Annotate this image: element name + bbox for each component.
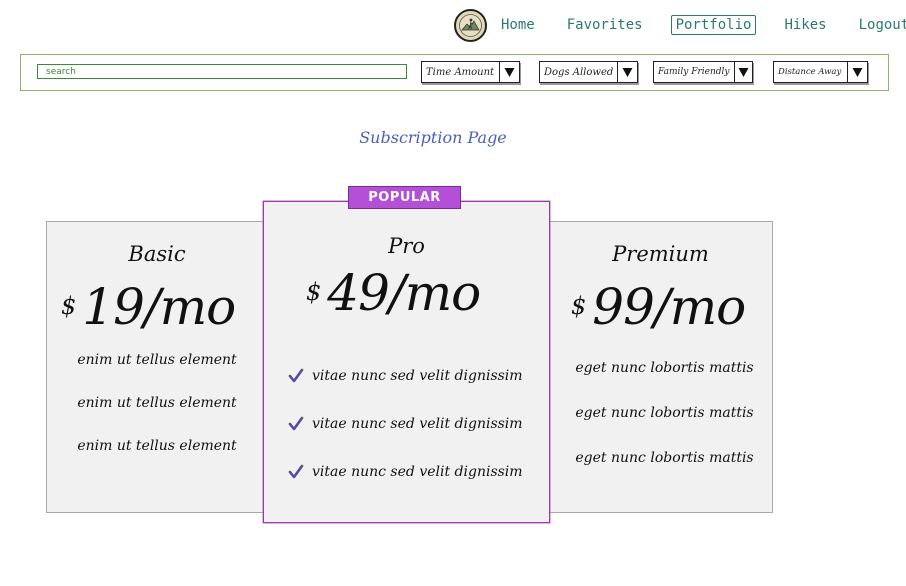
popular-badge: POPULAR bbox=[348, 186, 461, 209]
feature-list: vitae nunc sed velit dignissim vitae nun… bbox=[264, 352, 549, 496]
nav-favorites[interactable]: Favorites bbox=[563, 15, 647, 35]
dropdown-label: Distance Away bbox=[778, 67, 842, 77]
feature-item: eget nunc lobortis mattis bbox=[575, 360, 754, 376]
feature-text: vitae nunc sed velit dignissim bbox=[312, 464, 523, 480]
checkmark-icon bbox=[288, 416, 304, 432]
nav-logout[interactable]: Logout bbox=[855, 15, 906, 35]
price-amount: 19/mo bbox=[82, 278, 236, 336]
feature-item: enim ut tellus element bbox=[77, 438, 237, 454]
distance-away-dropdown[interactable]: Distance Away bbox=[773, 61, 868, 83]
triangle-down-icon bbox=[617, 62, 637, 82]
feature-item: enim ut tellus element bbox=[77, 395, 237, 411]
page-title: Subscription Page bbox=[359, 128, 507, 147]
dropdown-label: Time Amount bbox=[426, 66, 495, 78]
checkmark-icon bbox=[288, 464, 304, 480]
price-amount: 49/mo bbox=[327, 264, 481, 322]
hiker-logo-icon[interactable] bbox=[454, 8, 487, 42]
nav-hikes[interactable]: Hikes bbox=[780, 15, 830, 35]
feature-item: vitae nunc sed velit dignissim bbox=[264, 400, 549, 448]
triangle-down-icon bbox=[499, 62, 519, 82]
plan-card-basic[interactable]: Basic $19/mo enim ut tellus element enim… bbox=[46, 221, 268, 513]
plan-price: $99/mo bbox=[549, 278, 772, 336]
plan-price: $49/mo bbox=[264, 264, 549, 322]
currency-symbol: $ bbox=[306, 278, 322, 306]
subscription-page: Home Favorites Portfolio Hikes Logout Ti… bbox=[0, 0, 906, 586]
feature-item: vitae nunc sed velit dignissim bbox=[264, 352, 549, 400]
family-friendly-dropdown[interactable]: Family Friendly bbox=[653, 61, 753, 83]
feature-item: vitae nunc sed velit dignissim bbox=[264, 448, 549, 496]
dogs-allowed-dropdown[interactable]: Dogs Allowed bbox=[539, 61, 638, 83]
dropdown-label: Family Friendly bbox=[658, 67, 730, 77]
feature-item: enim ut tellus element bbox=[77, 352, 237, 368]
nav-portfolio[interactable]: Portfolio bbox=[670, 15, 757, 35]
checkmark-icon bbox=[288, 368, 304, 384]
time-amount-dropdown[interactable]: Time Amount bbox=[421, 61, 520, 83]
currency-symbol: $ bbox=[61, 292, 77, 320]
plan-card-pro[interactable]: POPULAR Pro $49/mo vitae nunc sed velit … bbox=[263, 186, 550, 523]
price-amount: 99/mo bbox=[592, 278, 746, 336]
feature-list: eget nunc lobortis mattis eget nunc lobo… bbox=[549, 360, 772, 495]
feature-item: eget nunc lobortis mattis bbox=[575, 450, 754, 466]
feature-text: vitae nunc sed velit dignissim bbox=[312, 368, 523, 384]
feature-list: enim ut tellus element enim ut tellus el… bbox=[47, 352, 267, 481]
dropdown-label: Dogs Allowed bbox=[544, 66, 614, 78]
feature-item: eget nunc lobortis mattis bbox=[575, 405, 754, 421]
plan-name: Basic bbox=[128, 242, 186, 266]
plan-price: $19/mo bbox=[47, 278, 267, 336]
plan-name: Premium bbox=[612, 242, 709, 266]
triangle-down-icon bbox=[847, 62, 867, 82]
plan-name: Pro bbox=[388, 234, 425, 258]
triangle-down-icon bbox=[733, 62, 752, 82]
nav-home[interactable]: Home bbox=[497, 15, 539, 35]
filter-bar: Time Amount Dogs Allowed Family Friendly… bbox=[20, 54, 889, 91]
top-nav: Home Favorites Portfolio Hikes Logout bbox=[454, 7, 906, 43]
feature-text: vitae nunc sed velit dignissim bbox=[312, 416, 523, 432]
currency-symbol: $ bbox=[571, 292, 587, 320]
search-input[interactable] bbox=[37, 64, 407, 79]
plan-card-premium[interactable]: Premium $99/mo eget nunc lobortis mattis… bbox=[548, 221, 773, 513]
